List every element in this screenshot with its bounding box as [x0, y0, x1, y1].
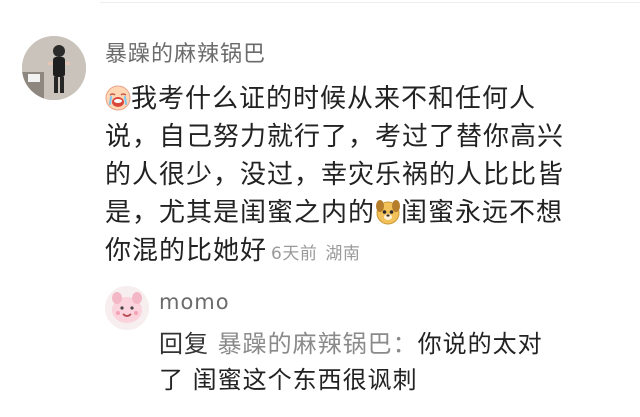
cartoon-avatar-icon [105, 286, 149, 330]
crying-face-emoji-icon [105, 85, 131, 111]
user-photo-avatar-icon [22, 36, 86, 100]
comment-line-1: 我考什么证的时候从来不和任何人 [105, 80, 585, 118]
comment-text-line-4a: 是，尤其是闺蜜之内的 [105, 198, 376, 228]
reply-text-line-2: 了 闺蜜这个东西很讽刺 [159, 366, 418, 394]
top-divider [100, 2, 640, 3]
reply-username[interactable]: momo [159, 290, 230, 314]
comment-text-line-1: 我考什么证的时候从来不和任何人 [131, 84, 537, 114]
comment-body: 我考什么证的时候从来不和任何人 说，自己努力就行了，考过了替你高兴 的人很少，没… [105, 80, 585, 270]
comment-text-line-5: 你混的比她好 [105, 236, 268, 266]
comment-location: 湖南 [325, 244, 361, 264]
comment-line-2: 说，自己努力就行了，考过了替你高兴 [105, 122, 565, 152]
reply-body: 回复 暴躁的麻辣锅巴：你说的太对 了 闺蜜这个东西很讽刺 [159, 326, 619, 398]
comment-line-3: 的人很少，没过，幸灾乐祸的人比比皆 [105, 160, 565, 190]
reply-line-1: 回复 暴躁的麻辣锅巴：你说的太对 [159, 326, 619, 362]
comment-line-4: 是，尤其是闺蜜之内的 闺蜜永远不想 [105, 194, 585, 232]
reply-text-line-1: 你说的太对 [417, 330, 543, 358]
reply-avatar[interactable] [105, 286, 149, 330]
dog-face-emoji-icon [375, 199, 401, 225]
reply-target-username[interactable]: 暴躁的麻辣锅巴： [218, 330, 418, 358]
comment-username[interactable]: 暴躁的麻辣锅巴 [105, 36, 266, 68]
comment-line-5: 你混的比她好 6天前 湖南 [105, 232, 585, 270]
comment-timestamp: 6天前 [271, 244, 318, 264]
reply-prefix: 回复 [159, 330, 209, 358]
comment-text-line-4b: 闺蜜永远不想 [401, 198, 564, 228]
avatar[interactable] [22, 36, 86, 100]
